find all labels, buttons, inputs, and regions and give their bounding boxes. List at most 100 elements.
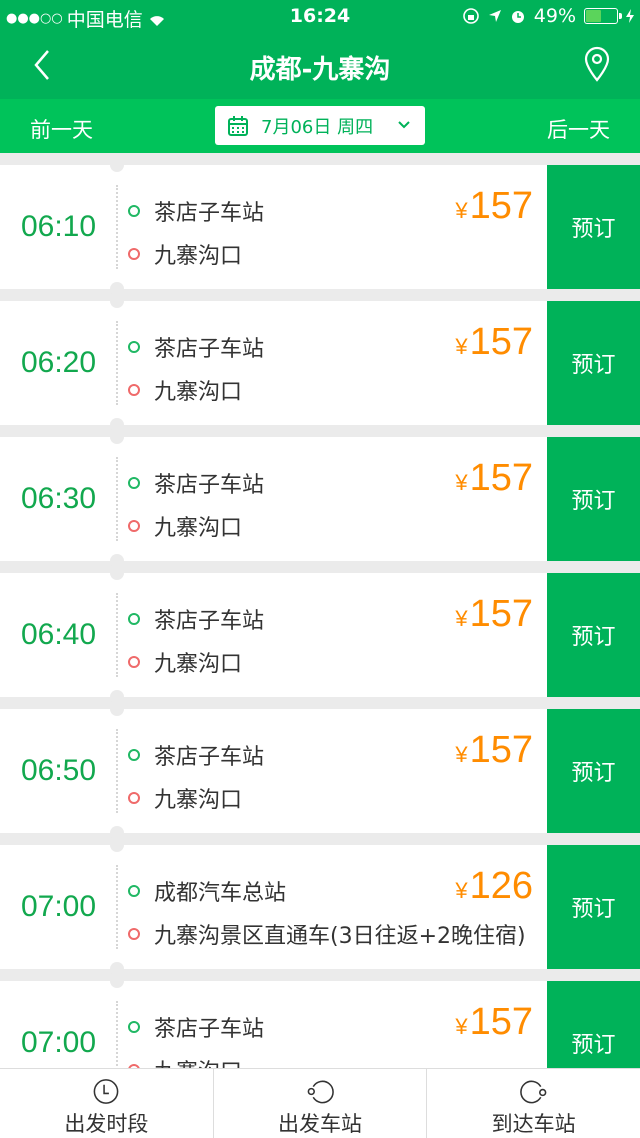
tab-label: 到达车站 <box>491 1112 576 1136</box>
chevron-down-icon <box>398 121 410 129</box>
schedule-item[interactable]: 06:30 茶店子车站九寨沟口 ¥157 预订 <box>0 430 640 568</box>
departure-station-icon <box>307 1080 334 1104</box>
ticket-notch <box>110 974 124 988</box>
tab-label: 出发车站 <box>278 1112 362 1136</box>
price-value: 157 <box>469 729 533 771</box>
ticket-notch <box>110 838 124 852</box>
destination-dot-icon <box>128 519 140 532</box>
currency-symbol: ¥ <box>455 1014 468 1039</box>
origin-dot-icon <box>128 612 140 625</box>
divider <box>116 185 118 269</box>
destination-station: 九寨沟口 <box>154 379 243 405</box>
book-button[interactable]: 预订 <box>547 573 640 697</box>
schedule-item[interactable]: 07:00 成都汽车总站 九寨沟景区直通车(3日往返+2晚住宿) ¥126 预订 <box>0 838 640 976</box>
battery-percent: 49% <box>533 5 576 27</box>
book-button[interactable]: 预订 <box>547 165 640 289</box>
tab-label: 出发时段 <box>64 1112 149 1136</box>
ticket-notch <box>110 430 124 444</box>
destination-dot-icon <box>128 247 140 260</box>
origin-dot-icon <box>128 340 140 353</box>
divider <box>116 593 118 677</box>
route: 茶店子车站九寨沟口 <box>128 1005 264 1068</box>
ticket-notch <box>110 566 124 580</box>
filter-tabbar: 出发时段 出发车站 到达车站 <box>0 1068 640 1138</box>
ticket-notch <box>110 294 124 308</box>
ticket-price: ¥157 <box>455 729 533 772</box>
schedule-item[interactable]: 06:20 茶店子车站 九寨沟口 ¥157 预订 <box>0 294 640 432</box>
origin-dot-icon <box>128 476 140 489</box>
departure-time: 06:30 <box>20 482 97 515</box>
divider <box>116 321 118 405</box>
price-value: 157 <box>469 321 533 363</box>
currency-symbol: ¥ <box>455 742 468 767</box>
currency-symbol: ¥ <box>455 470 468 495</box>
price-value: 157 <box>469 593 533 635</box>
next-day-button[interactable]: 后一天 <box>547 114 610 144</box>
destination-dot-icon <box>128 655 140 668</box>
destination-station: 九寨沟口 <box>154 515 243 541</box>
price-value: 157 <box>469 457 533 499</box>
schedule-item[interactable]: 06:50 茶店子车站九寨沟口 ¥157 预订 <box>0 702 640 840</box>
destination-station: 九寨沟口 <box>154 651 243 677</box>
route: 茶店子车站九寨沟口 <box>128 461 264 547</box>
divider <box>116 1001 118 1068</box>
arrival-station-icon <box>519 1080 547 1104</box>
departure-time: 06:50 <box>20 754 97 787</box>
origin-station: 成都汽车总站 <box>154 880 287 906</box>
route: 茶店子车站九寨沟口 <box>128 189 264 275</box>
tab-departure-time[interactable]: 出发时段 <box>0 1069 214 1138</box>
ticket-price: ¥157 <box>455 321 533 364</box>
ticket-price: ¥157 <box>455 185 533 228</box>
tab-arrival-station[interactable]: 到达车站 <box>427 1069 640 1138</box>
origin-dot-icon <box>128 748 140 761</box>
departure-time: 06:10 <box>20 210 97 243</box>
date-picker[interactable]: 7月06日 周四 <box>215 106 425 145</box>
divider <box>116 457 118 541</box>
route: 茶店子车站九寨沟口 <box>128 733 264 819</box>
schedule-item[interactable]: 06:10 茶店子车站九寨沟口 ¥157 预订 <box>0 165 640 296</box>
book-button[interactable]: 预订 <box>547 845 640 969</box>
calendar-icon <box>228 115 248 136</box>
currency-symbol: ¥ <box>455 198 468 223</box>
departure-time: 07:00 <box>20 890 97 923</box>
date-bar: 前一天 7月06日 周四 后一天 <box>0 99 640 153</box>
rotation-lock-icon <box>462 8 479 24</box>
schedule-list[interactable]: 06:10 茶店子车站 九寨沟口 ¥157 预订 06:20 茶店子车站 九寨沟口 ¥157 预订… <box>0 165 640 1068</box>
ticket-price: ¥157 <box>455 457 533 500</box>
status-bar: ●●●○○ 中国电信 16:24 49% <box>0 0 640 32</box>
destination-dot-icon <box>128 383 140 396</box>
location-arrow-icon <box>488 10 501 22</box>
book-button[interactable]: 预订 <box>547 437 640 561</box>
schedule-item[interactable]: 06:40 茶店子车站 九寨沟口 ¥157 预订 <box>0 566 640 704</box>
schedule-item[interactable]: 07:00 茶店子车站九寨沟口 ¥157 预订 <box>0 974 640 1068</box>
location-pin-icon[interactable] <box>582 46 612 82</box>
tab-departure-station[interactable]: 出发车站 <box>214 1069 428 1138</box>
origin-station: 茶店子车站 <box>154 472 265 498</box>
origin-station: 茶店子车站 <box>154 744 265 770</box>
destination-station: 九寨沟口 <box>154 243 243 269</box>
currency-symbol: ¥ <box>455 334 468 359</box>
destination-station: 九寨沟口 <box>154 787 243 813</box>
divider <box>116 865 118 949</box>
destination-dot-icon <box>128 927 140 940</box>
price-value: 157 <box>469 1001 533 1043</box>
destination-station: 九寨沟景区直通车(3日往返+2晚住宿) <box>154 923 526 949</box>
battery-icon <box>584 8 622 24</box>
book-button[interactable]: 预订 <box>547 301 640 425</box>
origin-station: 茶店子车站 <box>154 200 265 226</box>
currency-symbol: ¥ <box>455 606 468 631</box>
alarm-icon <box>511 11 524 23</box>
currency-symbol: ¥ <box>455 878 468 903</box>
ticket-notch <box>110 702 124 716</box>
price-value: 157 <box>469 185 533 227</box>
book-button[interactable]: 预订 <box>547 709 640 833</box>
selected-date: 7月06日 周四 <box>261 116 374 138</box>
route: 茶店子车站九寨沟口 <box>128 597 264 683</box>
divider <box>116 729 118 813</box>
origin-station: 茶店子车站 <box>154 1016 265 1042</box>
origin-station: 茶店子车站 <box>154 336 265 362</box>
prev-day-button[interactable]: 前一天 <box>30 114 93 144</box>
navigation-bar: 成都-九寨沟 <box>0 32 640 99</box>
book-button[interactable]: 预订 <box>547 981 640 1068</box>
charging-icon <box>626 9 634 23</box>
